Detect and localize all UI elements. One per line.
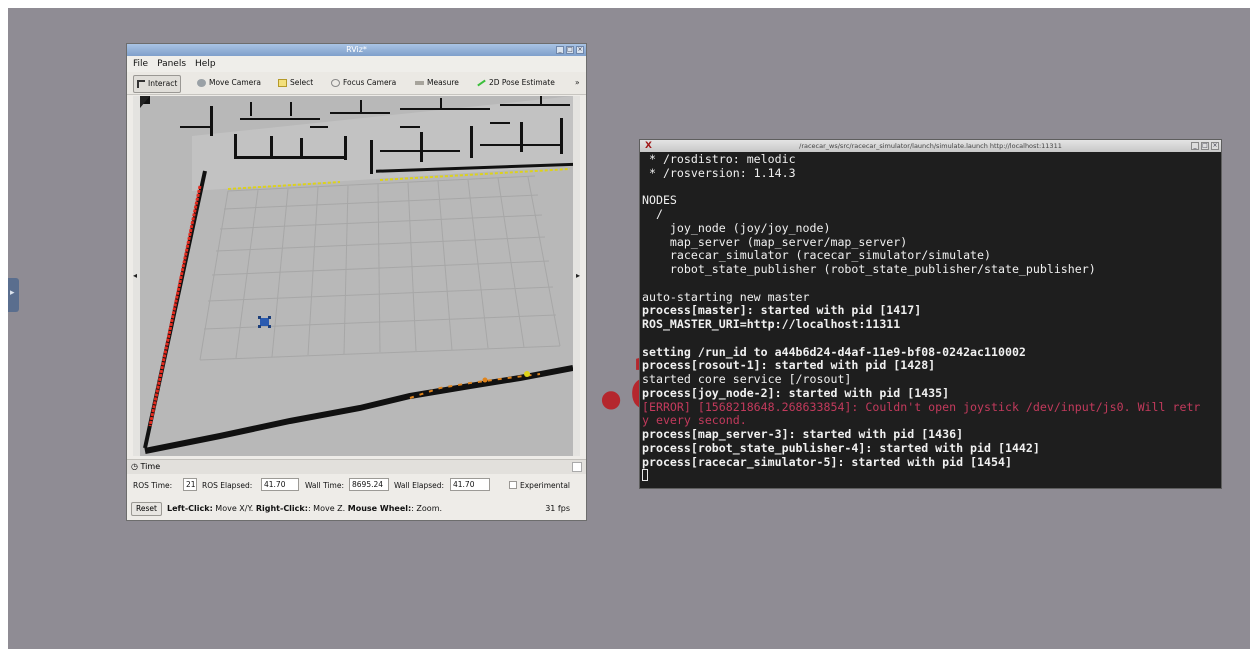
- green-arrow-icon: [477, 79, 486, 87]
- measure-tool[interactable]: Measure: [412, 75, 462, 91]
- maximize-button[interactable]: □: [566, 46, 574, 54]
- status-bar: Reset Left-Click: Move X/Y. Right-Click:…: [127, 499, 586, 519]
- time-panel-header: ◷ Time: [127, 459, 586, 474]
- terminal-close-button[interactable]: ×: [1211, 142, 1219, 150]
- 3d-viewport[interactable]: [140, 96, 573, 456]
- terminal-line: process[racecar_simulator-5]: started wi…: [642, 454, 1012, 469]
- cursor-block: [642, 469, 648, 482]
- terminal-output[interactable]: * /rosdistro: melodic * /rosversion: 1.1…: [642, 152, 1215, 483]
- menu-panels[interactable]: Panels: [157, 59, 186, 69]
- experimental-label: Experimental: [520, 481, 571, 490]
- close-button[interactable]: ×: [576, 46, 584, 54]
- ros-elapsed-label: ROS Elapsed:: [202, 481, 253, 490]
- ros-time-label: ROS Time:: [133, 481, 173, 490]
- right-panel-toggle-icon[interactable]: ▸: [576, 271, 580, 280]
- viewport-frame: ◂ ▸: [133, 96, 580, 456]
- terminal-line: map_server (map_server/map_server): [642, 234, 908, 249]
- mouse-hint: Left-Click: Move X/Y. Right-Click:: Move…: [167, 504, 443, 513]
- chevron-right-icon: ▸: [10, 288, 15, 298]
- wall-elapsed-label: Wall Elapsed:: [394, 481, 445, 490]
- rviz-titlebar[interactable]: RViz* _ □ ×: [127, 44, 586, 56]
- pose-estimate-tool[interactable]: 2D Pose Estimate: [474, 75, 558, 91]
- move-icon: [197, 79, 206, 87]
- terminal-line: [ERROR] [1568218648.268633854]: Couldn't…: [642, 399, 1201, 414]
- move-camera-tool[interactable]: Move Camera: [194, 75, 264, 91]
- terminal-line: process[map_server-3]: started with pid …: [642, 427, 964, 441]
- interact-tool[interactable]: Interact: [133, 75, 182, 93]
- terminal-line: racecar_simulator (racecar_simulator/sim…: [642, 248, 992, 263]
- experimental-checkbox[interactable]: [509, 481, 517, 489]
- terminal-line: * /rosversion: 1.14.3: [642, 165, 796, 180]
- menu-help[interactable]: Help: [195, 59, 216, 69]
- time-panel-row: ROS Time: 21 ROS Elapsed: 41.70 Wall Tim…: [127, 474, 586, 496]
- terminal-maximize-button[interactable]: □: [1201, 142, 1209, 150]
- select-tool[interactable]: Select: [275, 75, 316, 91]
- focus-camera-tool[interactable]: Focus Camera: [328, 75, 399, 91]
- terminal-line: robot_state_publisher (robot_state_publi…: [642, 262, 1096, 276]
- clock-icon: ◷: [131, 462, 138, 471]
- toolbar-overflow-button[interactable]: »: [572, 75, 583, 91]
- fps-readout: 31 fps: [545, 504, 570, 513]
- side-panel-handle[interactable]: ▸: [8, 278, 19, 312]
- terminal-line: ROS_MASTER_URI=http://localhost:11311: [642, 317, 901, 331]
- select-icon: [278, 79, 287, 87]
- terminal-title: /racecar_ws/src/racecar_simulator/launch…: [799, 142, 1062, 150]
- terminal-line: /: [642, 207, 663, 221]
- terminal-line: started core service [/rosout]: [642, 372, 852, 386]
- crosshair-icon: [331, 79, 340, 87]
- wall-time-field[interactable]: 8695.24: [349, 478, 389, 491]
- minimize-button[interactable]: _: [556, 46, 564, 54]
- terminal-line: process[robot_state_publisher-4]: starte…: [642, 440, 1040, 455]
- terminal-line: process[joy_node-2]: started with pid [1…: [642, 385, 950, 400]
- terminal-line: setting /run_id to a44b6d24-d4af-11e9-bf…: [642, 344, 1026, 359]
- terminal-titlebar[interactable]: X /racecar_ws/src/racecar_simulator/laun…: [640, 140, 1221, 152]
- wall-elapsed-field[interactable]: 41.70: [450, 478, 490, 491]
- terminal-minimize-button[interactable]: _: [1191, 142, 1199, 150]
- menu-file[interactable]: File: [133, 59, 148, 69]
- terminal-line: NODES: [642, 193, 677, 208]
- cursor-icon: [137, 80, 145, 88]
- terminal-line: process[rosout-1]: started with pid [142…: [642, 358, 936, 373]
- ruler-icon: [415, 81, 424, 85]
- terminal-line: joy_node (joy/joy_node): [642, 220, 831, 235]
- map-render[interactable]: [140, 96, 573, 456]
- left-panel-toggle-icon[interactable]: ◂: [133, 271, 137, 280]
- tool-bar: Interact Move Camera Select Focus Camera…: [127, 72, 586, 95]
- window-title: RViz*: [346, 45, 367, 54]
- ros-time-field[interactable]: 21: [183, 478, 197, 491]
- time-panel-title: Time: [140, 462, 161, 471]
- terminal-line: auto-starting new master: [642, 289, 810, 304]
- terminal-window: X /racecar_ws/src/racecar_simulator/laun…: [640, 140, 1221, 488]
- panel-float-button[interactable]: [572, 462, 582, 472]
- wall-time-label: Wall Time:: [305, 481, 344, 490]
- reset-button[interactable]: Reset: [131, 502, 162, 516]
- rviz-window: RViz* _ □ × File Panels Help Interact Move…: [127, 44, 586, 520]
- terminal-line: y every second.: [642, 413, 747, 428]
- terminal-line: * /rosdistro: melodic: [642, 152, 796, 166]
- ros-elapsed-field[interactable]: 41.70: [261, 478, 299, 491]
- terminal-prompt[interactable]: [642, 469, 1215, 483]
- menu-bar: File Panels Help: [127, 56, 586, 72]
- terminal-line: process[master]: started with pid [1417]: [642, 303, 922, 318]
